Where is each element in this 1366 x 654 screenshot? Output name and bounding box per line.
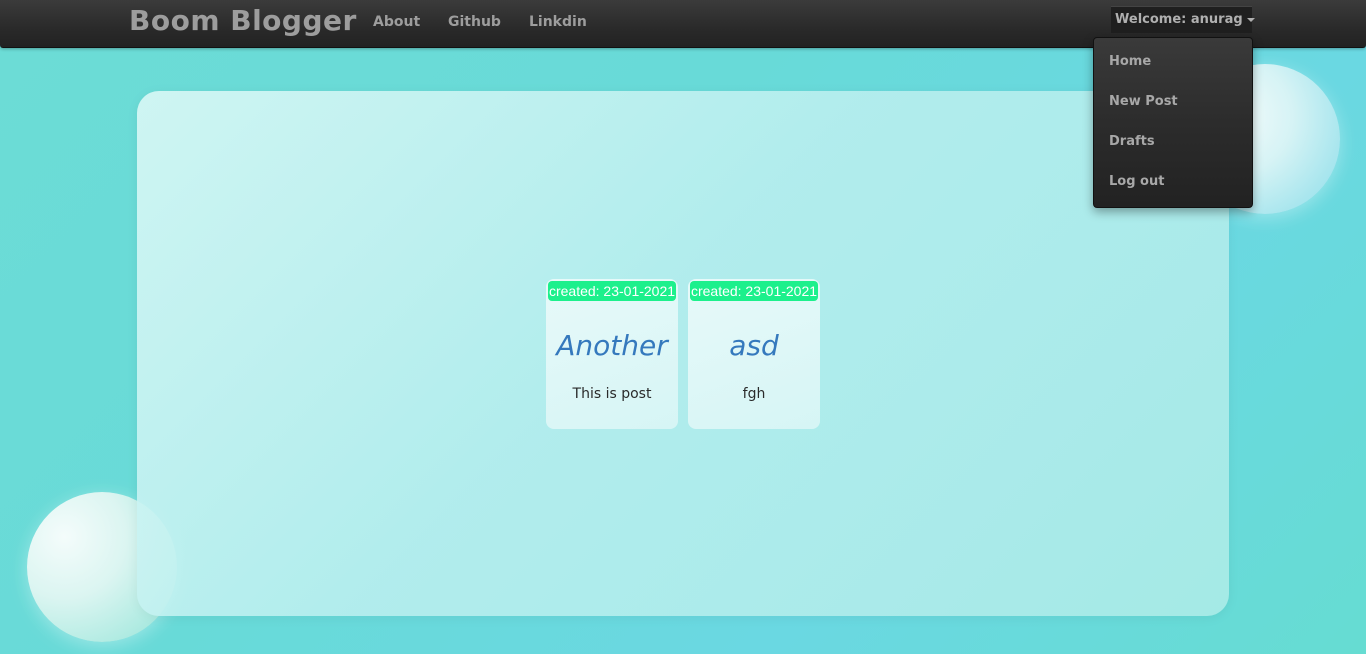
menu-item-new-post[interactable]: New Post [1109, 94, 1178, 109]
menu-item-log-out[interactable]: Log out [1109, 174, 1164, 189]
posts-panel [137, 91, 1229, 616]
caret-down-icon [1246, 17, 1255, 22]
nav-link-github[interactable]: Github [448, 14, 501, 30]
brand-logo[interactable]: Boom Blogger [129, 4, 357, 37]
post-card[interactable]: created: 23-01-2021 asd fgh [688, 279, 820, 429]
user-menu-toggle[interactable]: Welcome: anurag [1111, 6, 1255, 33]
post-created-badge: created: 23-01-2021 [548, 281, 676, 301]
post-title[interactable]: Another [546, 329, 678, 362]
user-dropdown-menu: Home New Post Drafts Log out [1093, 37, 1253, 208]
post-card[interactable]: created: 23-01-2021 Another This is post [546, 279, 678, 429]
post-title[interactable]: asd [688, 329, 820, 362]
post-created-badge: created: 23-01-2021 [690, 281, 818, 301]
nav-link-about[interactable]: About [373, 14, 420, 30]
menu-item-home[interactable]: Home [1109, 54, 1151, 69]
nav-link-linkdin[interactable]: Linkdin [529, 14, 587, 30]
post-excerpt: This is post [572, 386, 652, 402]
post-excerpt: fgh [742, 386, 766, 402]
menu-item-drafts[interactable]: Drafts [1109, 134, 1155, 149]
user-menu-label: Welcome: anurag [1115, 12, 1243, 27]
